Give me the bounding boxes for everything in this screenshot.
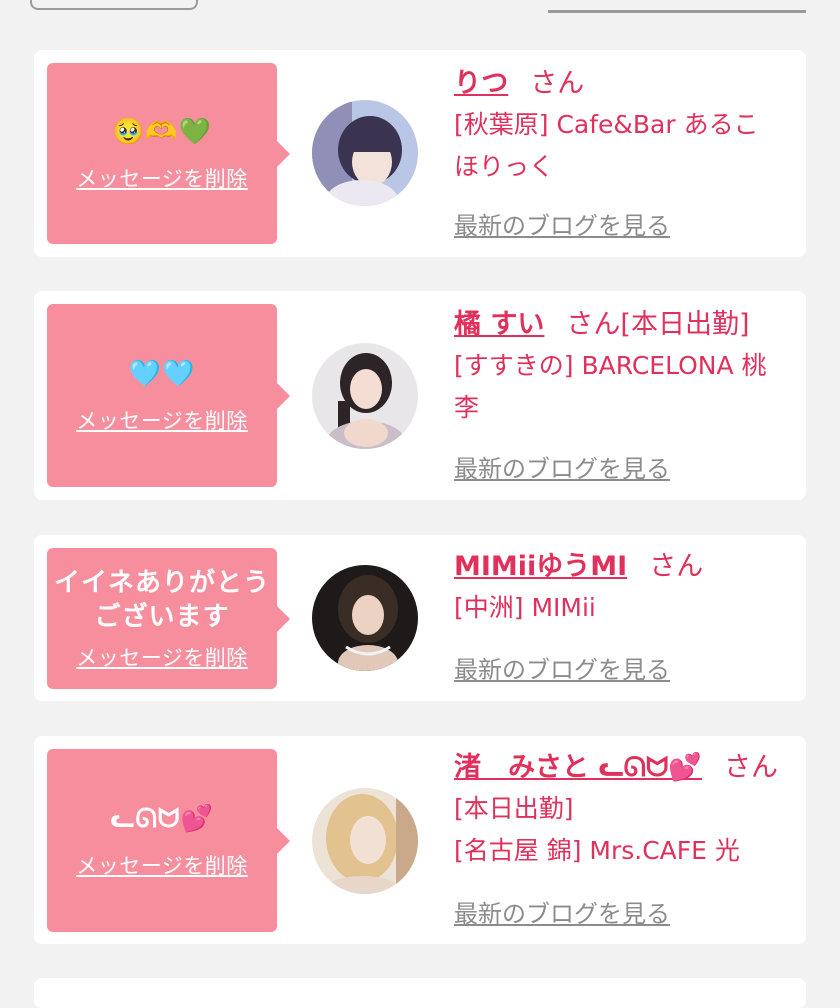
avatar[interactable] [312,100,418,206]
cast-info: 渚 みさと ᓚᘏᗢ💕 さん [本日出勤] [名古屋 錦] Mrs.CAFE 光 [454,748,799,872]
shop-line: [秋葉原] Cafe&Bar あるこ [454,110,759,139]
latest-blog-link[interactable]: 最新のブログを見る [454,449,670,484]
latest-blog-link[interactable]: 最新のブログを見る [454,650,670,685]
avatar[interactable] [312,788,418,894]
shop-line: 李 [454,393,480,422]
previous-element-edge [30,0,198,10]
delete-message-link[interactable]: メッセージを削除 [76,642,248,672]
cast-name-link[interactable]: MIMiiゆうMI [454,551,627,582]
honorific: さん [649,551,704,582]
message-card: イイネありがとう ございます メッセージを削除 MIMiiゆうMI さん [中洲]… [34,535,806,701]
honorific: さん [530,68,585,99]
name-line: MIMiiゆうMI さん [454,547,799,587]
name-line: 渚 みさと ᓚᘏᗢ💕 さん [454,748,799,788]
delete-message-link[interactable]: メッセージを削除 [76,850,248,880]
avatar[interactable] [312,565,418,671]
message-bubble: 🥹🫶💚 メッセージを削除 [47,63,290,244]
shop-line: [中洲] MIMii [454,593,596,622]
cast-name-link[interactable]: 橘 すい [454,309,544,340]
cast-info: りつ さん [秋葉原] Cafe&Bar あるこ ほりっく [454,64,799,188]
message-card: 🩵🩵 メッセージを削除 橘 すい さん[本日出勤] [すすきの] BARCELON… [34,291,806,500]
delete-message-link[interactable]: メッセージを削除 [76,163,248,193]
cast-name-link[interactable]: 渚 みさと ᓚᘏᗢ💕 [454,752,702,783]
latest-blog-link[interactable]: 最新のブログを見る [454,894,670,929]
shop-line: [名古屋 錦] Mrs.CAFE 光 [454,836,740,865]
next-card-edge [34,978,806,1008]
message-text: ᓚᘏᗢ💕 [110,803,214,834]
cast-info: 橘 すい さん[本日出勤] [すすきの] BARCELONA 桃 李 [454,305,799,429]
status-badge: [本日出勤] [454,794,574,823]
cast-info: MIMiiゆうMI さん [中洲] MIMii [454,547,799,629]
message-bubble: 🩵🩵 メッセージを削除 [47,304,290,487]
message-text: 🥹🫶💚 [111,116,213,147]
message-card: 🥹🫶💚 メッセージを削除 りつ さん [秋葉原] Cafe&Bar あるこ ほりっ… [34,50,806,257]
name-line: りつ さん [454,64,799,104]
message-text: イイネありがとう [53,567,270,598]
honorific: さん [566,309,621,340]
shop-line: ほりっく [454,152,555,181]
message-bubble: イイネありがとう ございます メッセージを削除 [47,548,290,689]
top-edge [0,0,840,14]
avatar[interactable] [312,343,418,449]
divider-line [548,10,806,13]
shop-line: [すすきの] BARCELONA 桃 [454,351,767,380]
name-line: 橘 すい さん[本日出勤] [454,305,799,345]
message-text: ございます [94,601,230,632]
honorific: さん [723,752,778,783]
status-badge: [本日出勤] [620,309,750,340]
message-text: 🩵🩵 [128,358,196,389]
message-card: ᓚᘏᗢ💕 メッセージを削除 渚 みさと ᓚᘏᗢ💕 さん [本日出勤] [名古屋 錦… [34,736,806,944]
latest-blog-link[interactable]: 最新のブログを見る [454,206,670,241]
message-bubble: ᓚᘏᗢ💕 メッセージを削除 [47,749,290,932]
delete-message-link[interactable]: メッセージを削除 [76,405,248,435]
cast-name-link[interactable]: りつ [454,68,508,99]
